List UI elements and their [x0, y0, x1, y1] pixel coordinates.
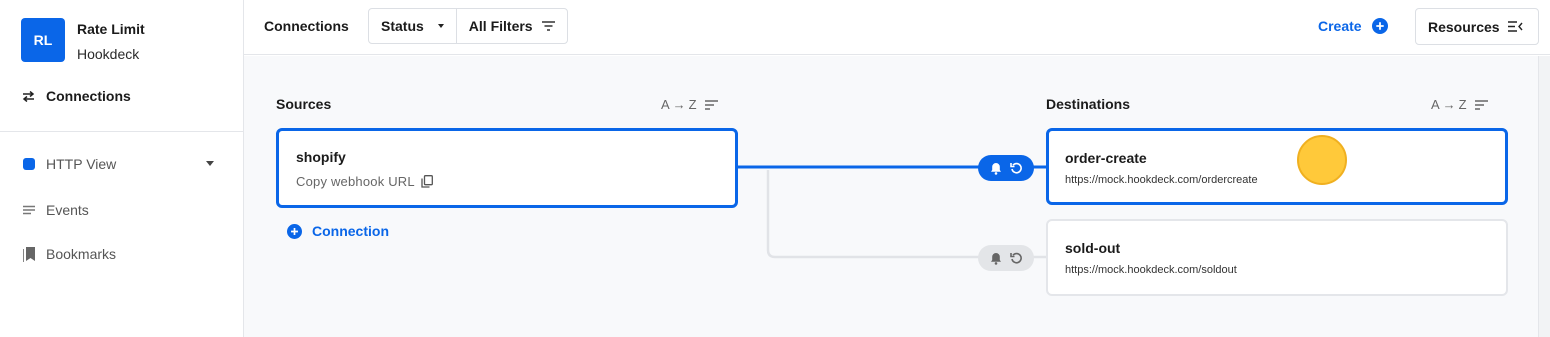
destination-card-order-create[interactable]: order-create https://mock.hookdeck.com/o…: [1046, 128, 1508, 205]
connection-rules-toggle-sold-out[interactable]: [978, 245, 1034, 271]
copy-icon: [421, 175, 433, 188]
arrow-right-icon: →: [1442, 97, 1456, 112]
copy-webhook-url-button[interactable]: Copy webhook URL: [296, 174, 735, 189]
plus-circle-icon: [287, 223, 302, 239]
destination-name: order-create: [1065, 150, 1147, 166]
sort-from-label: A: [1431, 97, 1440, 112]
cursor-highlight: [1297, 135, 1347, 185]
source-card-shopify[interactable]: shopify Copy webhook URL: [276, 128, 738, 208]
bell-icon: [990, 162, 1001, 175]
connection-rules-toggle-order-create[interactable]: [978, 155, 1034, 181]
destinations-sort-button[interactable]: A → Z: [1431, 97, 1488, 112]
sources-sort-button[interactable]: A → Z: [661, 97, 718, 112]
destinations-title: Destinations: [1046, 96, 1131, 112]
destination-card-sold-out[interactable]: sold-out https://mock.hookdeck.com/soldo…: [1046, 219, 1508, 296]
add-connection-label: Connection: [312, 223, 389, 239]
retry-icon: [1009, 252, 1022, 264]
copy-webhook-url-label: Copy webhook URL: [296, 174, 415, 189]
source-name: shopify: [296, 149, 346, 165]
destination-url: https://mock.hookdeck.com/soldout: [1065, 264, 1237, 276]
destination-url: https://mock.hookdeck.com/ordercreate: [1065, 174, 1258, 186]
sort-to-label: Z: [688, 97, 697, 112]
sort-lines-icon: [1474, 99, 1488, 110]
sort-lines-icon: [704, 99, 718, 110]
sort-to-label: Z: [1458, 97, 1467, 112]
sort-from-label: A: [661, 97, 670, 112]
destination-name: sold-out: [1065, 240, 1121, 256]
retry-icon: [1009, 162, 1022, 174]
add-connection-button[interactable]: Connection: [287, 223, 389, 239]
bell-icon: [990, 252, 1001, 265]
sources-title: Sources: [276, 96, 332, 112]
arrow-right-icon: →: [672, 97, 686, 112]
